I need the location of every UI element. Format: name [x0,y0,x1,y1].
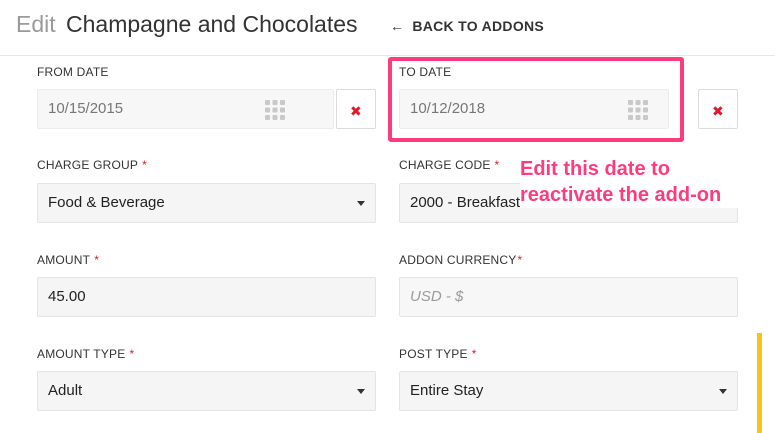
arrow-left-icon: ← [390,18,405,34]
caret-down-icon [357,201,365,206]
addon-currency-placeholder: USD - $ [410,288,464,305]
post-type-select[interactable]: Entire Stay [399,371,738,411]
charge-group-value: Food & Beverage [48,194,165,211]
from-date-value: 10/15/2015 [48,100,124,117]
addon-currency-label-text: ADDON CURRENCY [399,253,517,267]
clear-to-date-button[interactable]: ✖ [698,89,738,129]
required-marker: * [494,158,500,172]
amount-type-label: AMOUNT TYPE * [37,347,134,361]
post-type-label-text: POST TYPE [399,347,468,361]
page-title: Champagne and Chocolates [66,11,358,37]
amount-type-select[interactable]: Adult [37,371,376,411]
charge-group-label-text: CHARGE GROUP [37,158,139,172]
addon-currency-input: USD - $ [399,277,738,317]
required-marker: * [471,347,477,361]
close-x-icon: ✖ [712,103,724,119]
clear-from-date-button[interactable]: ✖ [336,89,376,129]
page-header: Edit Champagne and Chocolates ← BACK TO … [0,0,775,56]
from-date-label: FROM DATE [37,65,109,79]
post-type-value: Entire Stay [410,382,484,399]
amount-value: 45.00 [48,288,86,305]
required-marker: * [517,253,523,267]
charge-code-label-text: CHARGE CODE [399,158,491,172]
calendar-grid-icon[interactable] [265,100,285,120]
annotation-callout: Edit this date to reactivate the add-on [520,156,740,208]
charge-group-select[interactable]: Food & Beverage [37,183,376,223]
back-to-addons-label: BACK TO ADDONS [412,18,545,34]
post-type-label: POST TYPE * [399,347,477,361]
amount-type-value: Adult [48,382,83,399]
from-date-input[interactable]: 10/15/2015 [37,89,334,129]
amount-type-label-text: AMOUNT TYPE [37,347,126,361]
charge-code-label: CHARGE CODE * [399,158,499,172]
caret-down-icon [719,389,727,394]
scroll-indicator[interactable] [757,333,762,433]
title-prefix: Edit [16,11,56,37]
charge-group-label: CHARGE GROUP * [37,158,147,172]
amount-label-text: AMOUNT [37,253,91,267]
charge-code-value: 2000 - Breakfast [410,194,521,211]
close-x-icon: ✖ [350,103,362,119]
required-marker: * [94,253,100,267]
required-marker: * [142,158,147,172]
from-date-label-text: FROM DATE [37,65,109,79]
amount-label: AMOUNT * [37,253,99,267]
amount-input[interactable]: 45.00 [37,277,376,317]
to-date-highlight-box [388,57,684,142]
addon-currency-label: ADDON CURRENCY* [399,253,522,267]
required-marker: * [129,347,135,361]
caret-down-icon [357,389,365,394]
back-to-addons-link[interactable]: ← BACK TO ADDONS [390,18,544,34]
